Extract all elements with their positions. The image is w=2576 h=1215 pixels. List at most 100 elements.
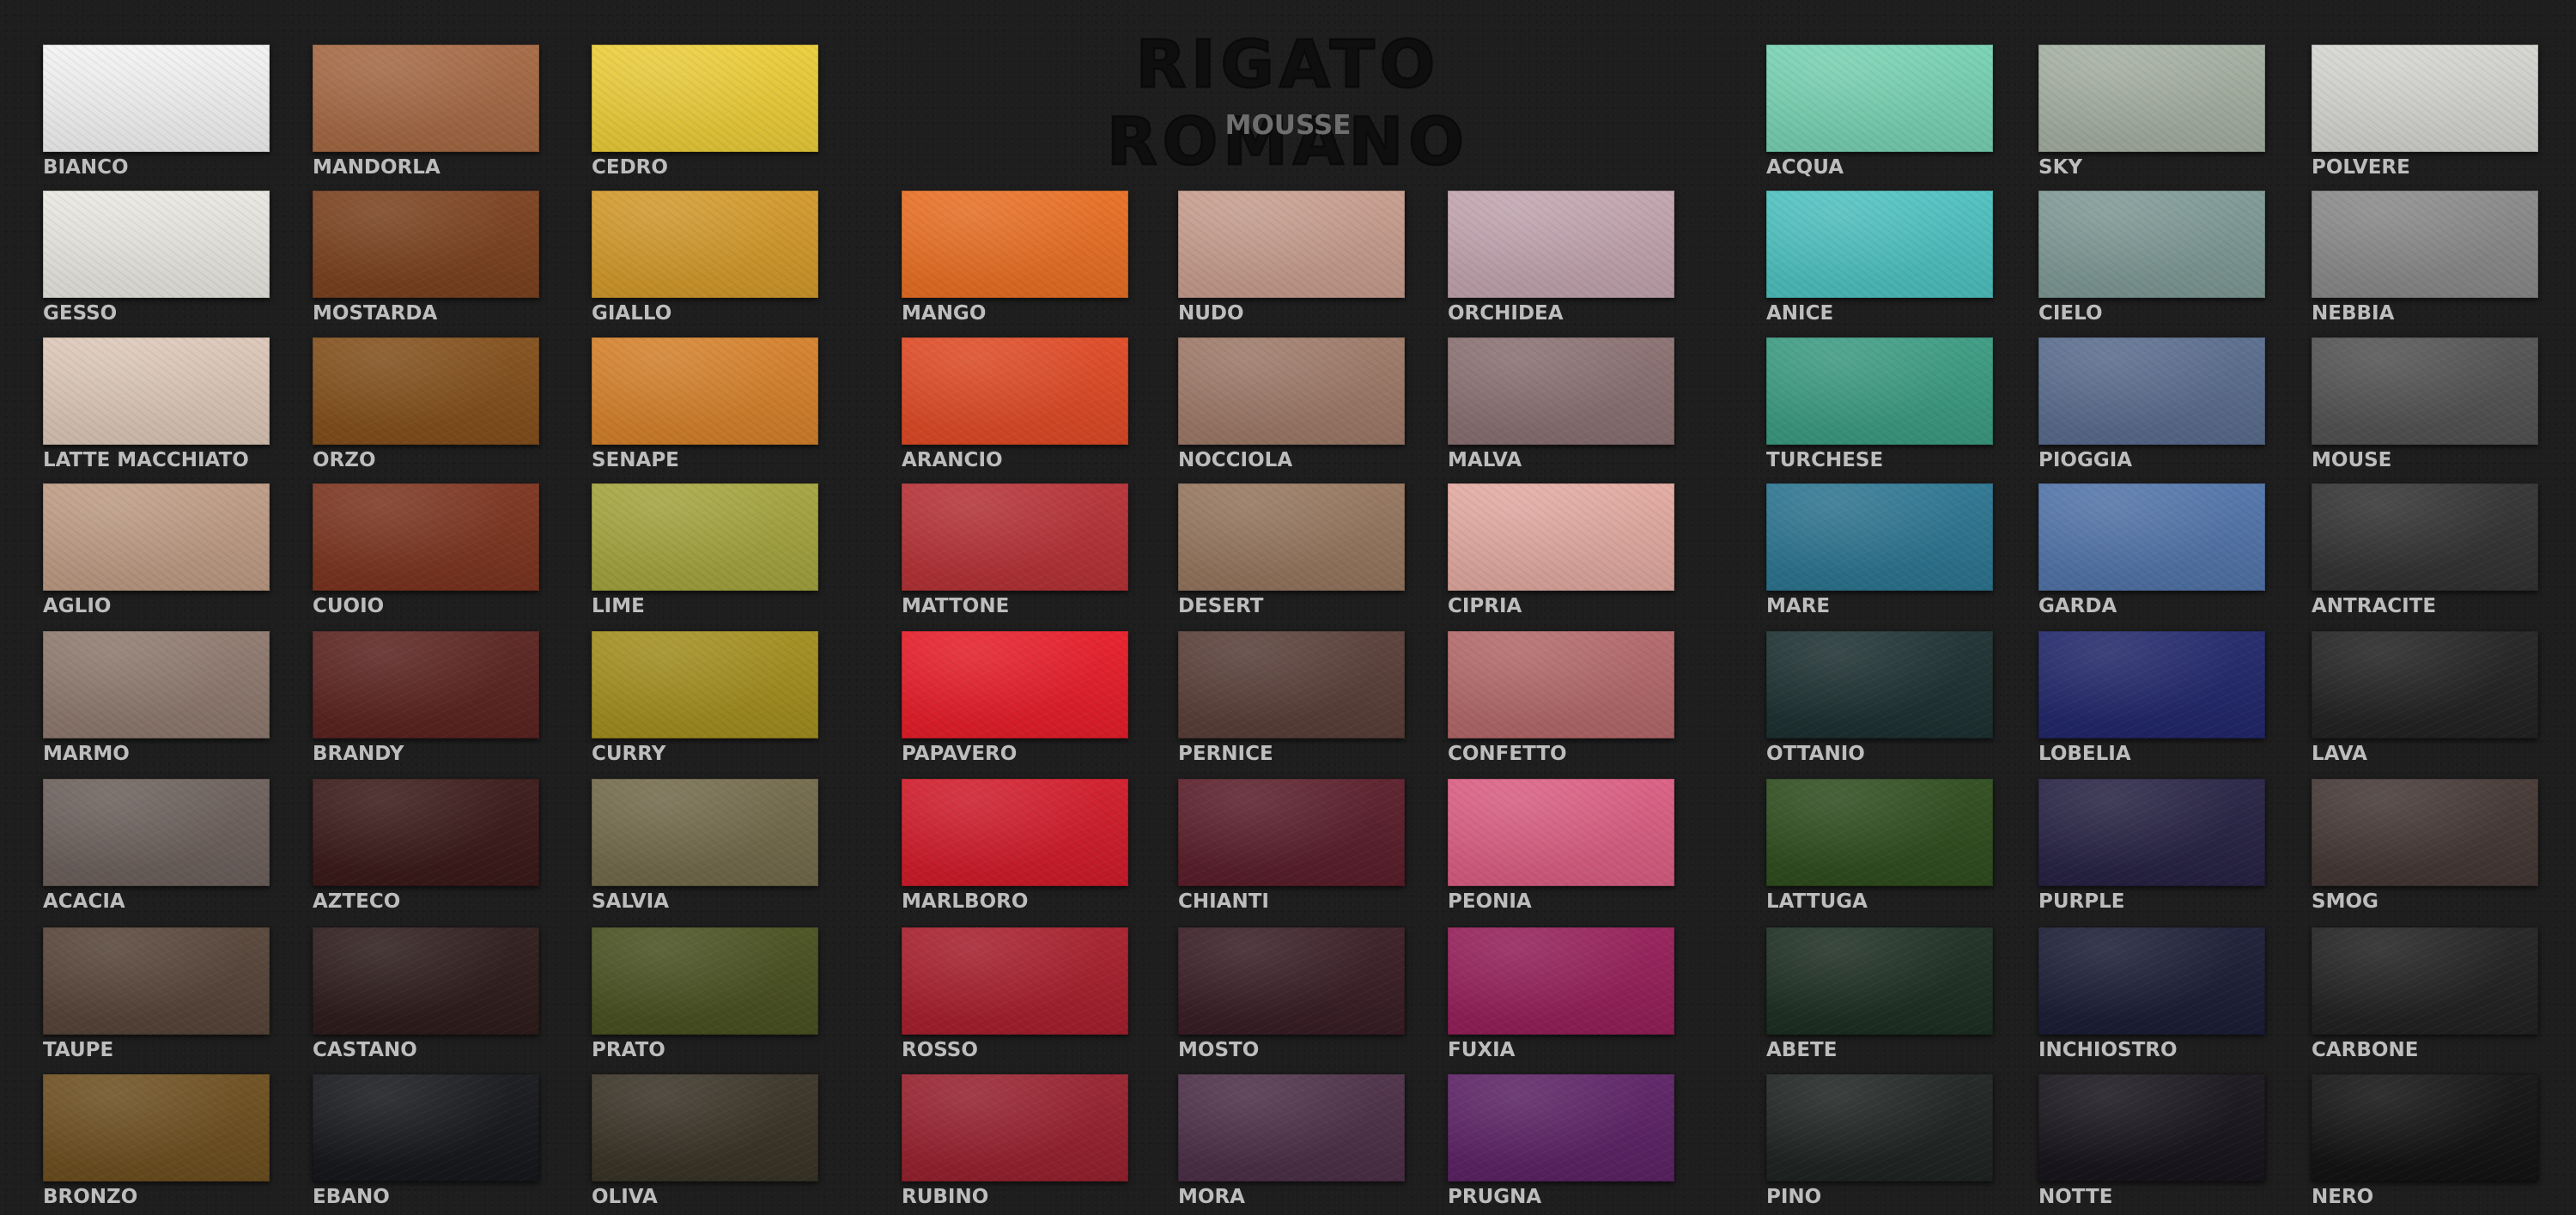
swatch-prugna[interactable]: PRUGNA [1448, 1074, 1674, 1208]
swatch-fuxia[interactable]: FUXIA [1448, 927, 1674, 1061]
swatch-anice[interactable]: ANICE [1766, 191, 1993, 325]
swatch-chip[interactable] [2038, 337, 2265, 445]
swatch-chip[interactable] [2312, 337, 2538, 445]
swatch-bianco[interactable]: BIANCO [43, 45, 270, 179]
swatch-nocciola[interactable]: NOCCIOLA [1178, 337, 1405, 471]
swatch-mattone[interactable]: MATTONE [902, 483, 1128, 617]
swatch-chip[interactable] [1448, 483, 1674, 591]
swatch-malva[interactable]: MALVA [1448, 337, 1674, 471]
swatch-arancio[interactable]: ARANCIO [902, 337, 1128, 471]
swatch-chip[interactable] [592, 337, 818, 445]
swatch-nudo[interactable]: NUDO [1178, 191, 1405, 325]
swatch-mare[interactable]: MARE [1766, 483, 1993, 617]
swatch-confetto[interactable]: CONFETTO [1448, 631, 1674, 765]
swatch-chip[interactable] [1766, 1074, 1993, 1182]
swatch-chip[interactable] [1448, 927, 1674, 1035]
swatch-chip[interactable] [313, 483, 539, 591]
swatch-brandy[interactable]: BRANDY [313, 631, 539, 765]
swatch-chip[interactable] [1766, 631, 1993, 738]
swatch-chip[interactable] [1448, 337, 1674, 445]
swatch-acqua[interactable]: ACQUA [1766, 45, 1993, 179]
swatch-chip[interactable] [1178, 631, 1405, 738]
swatch-chip[interactable] [1448, 1074, 1674, 1182]
swatch-chip[interactable] [313, 927, 539, 1035]
swatch-chip[interactable] [2038, 45, 2265, 152]
swatch-chip[interactable] [1178, 779, 1405, 886]
swatch-chip[interactable] [313, 45, 539, 152]
swatch-garda[interactable]: GARDA [2038, 483, 2265, 617]
swatch-chip[interactable] [2312, 779, 2538, 886]
swatch-chip[interactable] [43, 483, 270, 591]
swatch-chip[interactable] [902, 191, 1128, 298]
swatch-chip[interactable] [43, 927, 270, 1035]
swatch-nero[interactable]: NERO [2312, 1074, 2538, 1208]
swatch-chip[interactable] [1766, 191, 1993, 298]
swatch-peonia[interactable]: PEONIA [1448, 779, 1674, 913]
swatch-chip[interactable] [313, 631, 539, 738]
swatch-ebano[interactable]: EBANO [313, 1074, 539, 1208]
swatch-ottanio[interactable]: OTTANIO [1766, 631, 1993, 765]
swatch-chip[interactable] [1766, 927, 1993, 1035]
swatch-chip[interactable] [592, 927, 818, 1035]
swatch-antracite[interactable]: ANTRACITE [2312, 483, 2538, 617]
swatch-chip[interactable] [902, 1074, 1128, 1182]
swatch-cipria[interactable]: CIPRIA [1448, 483, 1674, 617]
swatch-mouse[interactable]: MOUSE [2312, 337, 2538, 471]
swatch-chip[interactable] [1766, 483, 1993, 591]
swatch-chip[interactable] [2312, 631, 2538, 738]
swatch-turchese[interactable]: TURCHESE [1766, 337, 1993, 471]
swatch-chip[interactable] [1178, 1074, 1405, 1182]
swatch-chip[interactable] [2038, 631, 2265, 738]
swatch-taupe[interactable]: TAUPE [43, 927, 270, 1061]
swatch-chip[interactable] [902, 779, 1128, 886]
swatch-chip[interactable] [2312, 927, 2538, 1035]
swatch-oliva[interactable]: OLIVA [592, 1074, 818, 1208]
swatch-senape[interactable]: SENAPE [592, 337, 818, 471]
swatch-chip[interactable] [1448, 631, 1674, 738]
swatch-azteco[interactable]: AZTECO [313, 779, 539, 913]
swatch-chip[interactable] [902, 483, 1128, 591]
swatch-purple[interactable]: PURPLE [2038, 779, 2265, 913]
swatch-chip[interactable] [43, 45, 270, 152]
swatch-inchiostro[interactable]: INCHIOSTRO [2038, 927, 2265, 1061]
swatch-rosso[interactable]: ROSSO [902, 927, 1128, 1061]
swatch-orchidea[interactable]: ORCHIDEA [1448, 191, 1674, 325]
swatch-acacia[interactable]: ACACIA [43, 779, 270, 913]
swatch-pernice[interactable]: PERNICE [1178, 631, 1405, 765]
swatch-chip[interactable] [902, 337, 1128, 445]
swatch-nebbia[interactable]: NEBBIA [2312, 191, 2538, 325]
swatch-lattuga[interactable]: LATTUGA [1766, 779, 1993, 913]
swatch-smog[interactable]: SMOG [2312, 779, 2538, 913]
swatch-chip[interactable] [902, 927, 1128, 1035]
swatch-chip[interactable] [2038, 483, 2265, 591]
swatch-pioggia[interactable]: PIOGGIA [2038, 337, 2265, 471]
swatch-chip[interactable] [592, 191, 818, 298]
swatch-chip[interactable] [2038, 779, 2265, 886]
swatch-chip[interactable] [902, 631, 1128, 738]
swatch-chip[interactable] [43, 1074, 270, 1182]
swatch-chip[interactable] [1178, 483, 1405, 591]
swatch-chip[interactable] [2038, 1074, 2265, 1182]
swatch-chip[interactable] [1448, 191, 1674, 298]
swatch-mandorla[interactable]: MANDORLA [313, 45, 539, 179]
swatch-chip[interactable] [592, 483, 818, 591]
swatch-mango[interactable]: MANGO [902, 191, 1128, 325]
swatch-chip[interactable] [2038, 191, 2265, 298]
swatch-bronzo[interactable]: BRONZO [43, 1074, 270, 1208]
swatch-marmo[interactable]: MARMO [43, 631, 270, 765]
swatch-cedro[interactable]: CEDRO [592, 45, 818, 179]
swatch-chip[interactable] [2312, 45, 2538, 152]
swatch-chip[interactable] [2312, 1074, 2538, 1182]
swatch-abete[interactable]: ABETE [1766, 927, 1993, 1061]
swatch-castano[interactable]: CASTANO [313, 927, 539, 1061]
swatch-chip[interactable] [43, 631, 270, 738]
swatch-chip[interactable] [2312, 191, 2538, 298]
swatch-chip[interactable] [592, 779, 818, 886]
swatch-aglio[interactable]: AGLIO [43, 483, 270, 617]
swatch-chip[interactable] [43, 779, 270, 886]
swatch-latte-macchiato[interactable]: LATTE MACCHIATO [43, 337, 270, 471]
swatch-chip[interactable] [313, 1074, 539, 1182]
swatch-salvia[interactable]: SALVIA [592, 779, 818, 913]
swatch-carbone[interactable]: CARBONE [2312, 927, 2538, 1061]
swatch-lime[interactable]: LIME [592, 483, 818, 617]
